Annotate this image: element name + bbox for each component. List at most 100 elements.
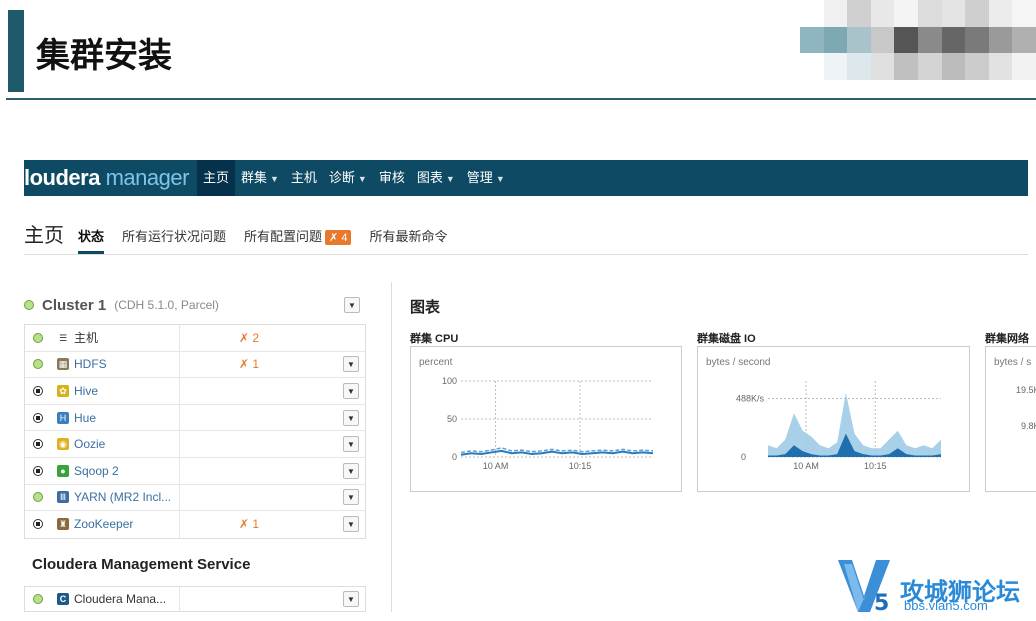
cluster-header: Cluster 1 (CDH 5.1.0, Parcel) ▼: [24, 292, 366, 318]
status-good-icon: [33, 492, 43, 503]
status-stopped-icon: [33, 439, 43, 450]
service-name[interactable]: Oozie: [74, 437, 105, 451]
chart-0: 群集 CPU percent 100 50 0 10 AM 10:15: [410, 330, 682, 492]
service-name[interactable]: Hive: [74, 384, 98, 398]
chart-plot-area[interactable]: percent 100 50 0 10 AM 10:15: [410, 346, 682, 492]
service-row-4: ◉ Oozie ▼: [25, 431, 365, 458]
service-name[interactable]: Sqoop 2: [74, 464, 119, 478]
column-separator: [179, 457, 180, 484]
list-icon: ☰: [58, 332, 68, 343]
hive-icon: ✿: [57, 384, 69, 397]
column-separator: [179, 587, 180, 611]
service-dropdown-button[interactable]: ▼: [343, 462, 359, 479]
status-stopped-icon: [33, 519, 43, 530]
status-stopped-icon: [33, 385, 43, 396]
nav-label: 管理: [466, 170, 493, 185]
cloudera-manager-logo[interactable]: loudera manager: [24, 165, 189, 191]
yarn-icon: Ⅲ: [57, 491, 69, 504]
column-separator: [179, 351, 180, 378]
nav-item-6[interactable]: 管理 ▼: [461, 160, 511, 196]
nav-item-1[interactable]: 群集 ▼: [235, 160, 285, 196]
y-tick-label: 0: [452, 452, 457, 462]
tab-0[interactable]: 状态: [78, 226, 105, 254]
column-separator: [179, 325, 180, 351]
tab-label: 状态: [78, 229, 105, 244]
service-row-3: H Hue ▼: [25, 404, 365, 432]
tab-3[interactable]: 所有最新命令: [369, 226, 447, 254]
nav-item-4[interactable]: 审核: [373, 160, 411, 196]
brand-text-manager: manager: [105, 165, 190, 190]
cluster-name[interactable]: Cluster 1: [42, 297, 106, 314]
chart-svg: 100 50 0 10 AM 10:15: [442, 376, 654, 471]
service-name[interactable]: HDFS: [74, 357, 107, 371]
tab-1[interactable]: 所有运行状况问题: [122, 226, 226, 254]
chart-title: 群集磁盘 IO: [697, 333, 756, 345]
service-name[interactable]: ZooKeeper: [74, 517, 133, 531]
v5-watermark-logo: 5: [838, 560, 890, 614]
management-service-title: Cloudera Management Service: [32, 556, 251, 573]
service-row-6: Ⅲ YARN (MR2 Incl... ▼: [25, 484, 365, 512]
svg-text:5: 5: [874, 591, 889, 614]
status-good-icon: [33, 332, 43, 343]
status-good-icon: [33, 359, 43, 370]
tab-2[interactable]: 所有配置问题 ✗ 4: [244, 226, 352, 254]
chart-svg: 19.5K/9.8K/: [1016, 385, 1036, 431]
service-row-7: ♜ ZooKeeper ✗ 1 ▼: [25, 511, 365, 538]
cluster-status-icon: [24, 300, 34, 310]
nav-item-3[interactable]: 诊断 ▼: [323, 160, 373, 196]
status-stopped-icon: [33, 465, 43, 476]
page-header: 主页 状态 所有运行状况问题 所有配置问题 ✗ 4 所有最新命令: [24, 218, 1028, 255]
service-dropdown-button[interactable]: ▼: [343, 356, 359, 373]
nav-label: 诊断: [328, 170, 355, 185]
service-row-2: ✿ Hive ▼: [25, 378, 365, 405]
service-name[interactable]: 主机: [74, 329, 98, 346]
chart-title: 群集网络: [985, 333, 1029, 345]
oozie-icon: ◉: [57, 438, 69, 451]
x-tick-label: 10 AM: [793, 461, 819, 471]
config-warning-count[interactable]: ✗ 1: [239, 517, 259, 531]
slide-divider: [6, 98, 1036, 100]
service-dropdown-button[interactable]: ▼: [343, 436, 359, 453]
series-line-0: [460, 449, 654, 456]
config-warning-count[interactable]: ✗ 1: [239, 357, 259, 371]
x-tick-label: 10:15: [569, 461, 592, 471]
nav-item-2[interactable]: 主机: [285, 160, 323, 196]
x-tick-label: 10 AM: [483, 461, 509, 471]
nav-label: 群集: [240, 170, 267, 185]
column-separator: [179, 378, 180, 404]
nav-item-0[interactable]: 主页: [196, 160, 235, 196]
management-dropdown-button[interactable]: ▼: [343, 591, 359, 607]
slide-title: 集群安装: [36, 36, 172, 76]
column-divider: [391, 282, 392, 612]
status-good-icon: [33, 594, 43, 604]
cluster-dropdown-button[interactable]: ▼: [344, 297, 360, 313]
management-service-name[interactable]: Cloudera Mana...: [74, 592, 166, 606]
watermark-url: bbs.vlan5.com: [904, 598, 988, 613]
x-tick-label: 10:15: [864, 461, 887, 471]
column-separator: [179, 484, 180, 511]
slide-accent-bar: [8, 10, 24, 92]
cloudera-icon: C: [57, 593, 69, 605]
tab-label: 所有运行状况问题: [122, 229, 227, 244]
column-separator: [179, 431, 180, 457]
service-dropdown-button[interactable]: ▼: [343, 516, 359, 533]
nav-item-5[interactable]: 图表 ▼: [411, 160, 461, 196]
chart-plot-area[interactable]: bytes / second 488K/s 0 10 AM 10:15: [697, 346, 970, 492]
chevron-down-icon: ▼: [269, 174, 279, 184]
y-tick-label: 9.8K/: [1021, 421, 1036, 431]
service-row-5: ● Sqoop 2 ▼: [25, 457, 365, 485]
chevron-down-icon: ▼: [495, 174, 505, 184]
service-dropdown-button[interactable]: ▼: [343, 489, 359, 506]
chart-plot-area[interactable]: bytes / s19.5K/9.8K/: [985, 346, 1036, 492]
column-separator: [179, 404, 180, 431]
service-name[interactable]: YARN (MR2 Incl...: [74, 490, 171, 504]
hdfs-icon: ▦: [57, 358, 69, 371]
service-name[interactable]: Hue: [74, 411, 96, 425]
chart-2: 群集网络bytes / s19.5K/9.8K/: [985, 330, 1036, 492]
service-dropdown-button[interactable]: ▼: [343, 409, 359, 426]
charts-title: 图表: [410, 299, 441, 316]
config-warning-count[interactable]: ✗ 2: [239, 331, 259, 345]
service-dropdown-button[interactable]: ▼: [343, 382, 359, 399]
zookeeper-icon: ♜: [57, 518, 69, 531]
tab-label: 所有配置问题: [244, 229, 323, 244]
